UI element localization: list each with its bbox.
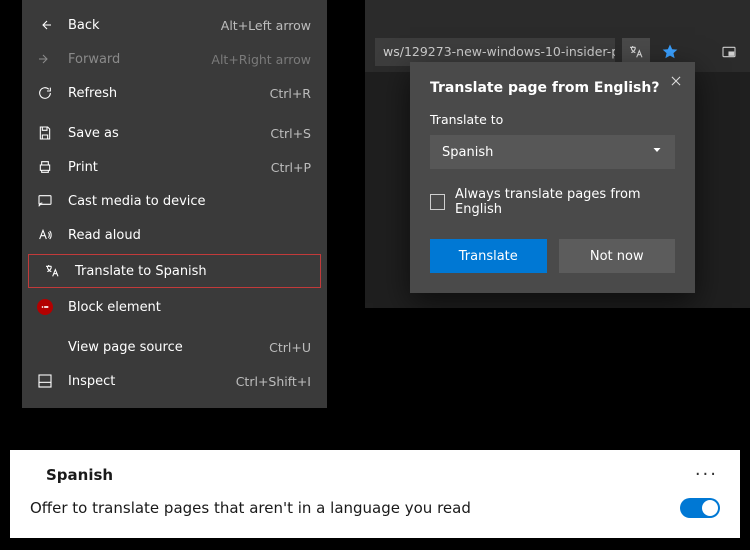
always-translate-checkbox[interactable]: Always translate pages from English (430, 187, 675, 217)
menu-translate-highlight: Translate to Spanish (28, 254, 321, 288)
menu-forward: Forward Alt+Right arrow (22, 42, 327, 76)
menu-shortcut: Ctrl+R (270, 86, 311, 101)
save-icon (36, 124, 54, 142)
menu-view-source[interactable]: View page source Ctrl+U (22, 330, 327, 364)
menu-label: Print (68, 160, 257, 175)
translate-popup: Translate page from English? Translate t… (410, 62, 695, 293)
settings-language-name: Spanish (46, 466, 720, 484)
menu-label: Forward (68, 52, 197, 67)
forward-arrow-icon (36, 50, 54, 68)
refresh-icon (36, 84, 54, 102)
menu-block-element[interactable]: Block element (22, 290, 327, 324)
menu-shortcut: Ctrl+S (270, 126, 311, 141)
menu-label: Read aloud (68, 228, 311, 243)
checkbox-label: Always translate pages from English (455, 187, 675, 217)
read-aloud-icon (36, 226, 54, 244)
close-icon[interactable] (669, 74, 683, 92)
translate-icon (43, 262, 61, 280)
print-icon (36, 158, 54, 176)
more-options-icon[interactable]: ··· (695, 464, 718, 485)
back-arrow-icon (36, 16, 54, 34)
picture-in-picture-icon[interactable] (715, 38, 743, 66)
menu-label: Back (68, 18, 207, 33)
popup-title: Translate page from English? (430, 80, 675, 96)
menu-shortcut: Ctrl+P (271, 160, 311, 175)
menu-shortcut: Ctrl+Shift+I (236, 374, 311, 389)
translate-button[interactable]: Translate (430, 239, 547, 273)
menu-print[interactable]: Print Ctrl+P (22, 150, 327, 184)
menu-inspect[interactable]: Inspect Ctrl+Shift+I (22, 364, 327, 398)
menu-save-as[interactable]: Save as Ctrl+S (22, 116, 327, 150)
translate-to-label: Translate to (430, 112, 675, 127)
menu-back[interactable]: Back Alt+Left arrow (22, 8, 327, 42)
menu-label: Refresh (68, 86, 256, 101)
menu-read-aloud[interactable]: Read aloud (22, 218, 327, 252)
language-select-value: Spanish (442, 145, 493, 160)
not-now-button[interactable]: Not now (559, 239, 676, 273)
language-select[interactable]: Spanish (430, 135, 675, 169)
menu-label: View page source (68, 340, 255, 355)
menu-label: Translate to Spanish (75, 264, 304, 279)
chevron-down-icon (651, 144, 663, 160)
blank-icon (36, 338, 54, 356)
inspect-icon (36, 372, 54, 390)
menu-shortcut: Ctrl+U (269, 340, 311, 355)
menu-label: Block element (68, 300, 311, 315)
menu-refresh[interactable]: Refresh Ctrl+R (22, 76, 327, 110)
menu-label: Inspect (68, 374, 222, 389)
menu-cast[interactable]: Cast media to device (22, 184, 327, 218)
cast-icon (36, 192, 54, 210)
menu-shortcut: Alt+Left arrow (221, 18, 311, 33)
offer-translate-label: Offer to translate pages that aren't in … (30, 499, 471, 517)
menu-label: Save as (68, 126, 256, 141)
ublock-icon (36, 298, 54, 316)
menu-shortcut: Alt+Right arrow (211, 52, 311, 67)
offer-translate-toggle[interactable] (680, 498, 720, 518)
menu-label: Cast media to device (68, 194, 311, 209)
menu-translate[interactable]: Translate to Spanish (29, 255, 320, 287)
checkbox-box (430, 194, 445, 210)
page-context-menu: Back Alt+Left arrow Forward Alt+Right ar… (22, 0, 327, 408)
language-settings-card: ··· Spanish Offer to translate pages tha… (10, 450, 740, 538)
